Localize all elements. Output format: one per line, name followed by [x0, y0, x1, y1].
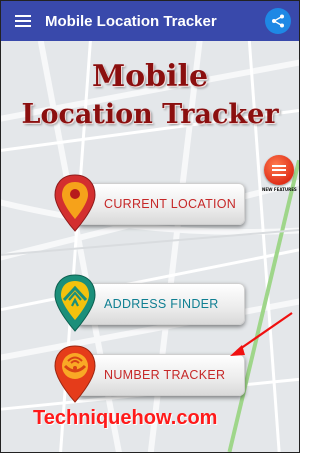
current-location-button[interactable]: CURRENT LOCATION: [49, 173, 249, 235]
list-icon: [264, 155, 294, 185]
number-tracker-button[interactable]: NUMBER TRACKER: [49, 344, 249, 406]
heading-line-2: Location Tracker: [21, 99, 279, 130]
address-finder-button-face[interactable]: ADDRESS FINDER: [77, 283, 245, 325]
app-screen: Mobile Location Tracker Mobile Location …: [0, 0, 300, 453]
number-tracker-label: NUMBER TRACKER: [104, 368, 226, 382]
app-title: Mobile Location Tracker: [45, 12, 217, 30]
address-house-icon: [54, 274, 96, 332]
watermark-text: Techniquehow.com: [33, 407, 218, 429]
location-pin-icon: [54, 174, 96, 232]
number-tracker-button-face[interactable]: NUMBER TRACKER: [77, 354, 245, 396]
new-features-button[interactable]: NEW FEATURES: [262, 155, 297, 201]
new-features-label: NEW FEATURES: [262, 187, 297, 192]
current-location-label: CURRENT LOCATION: [104, 197, 237, 211]
hamburger-menu-icon: [15, 15, 31, 27]
heading-line-1: Mobile: [91, 59, 209, 94]
phone-tracker-icon: [54, 345, 96, 403]
current-location-button-face[interactable]: CURRENT LOCATION: [77, 183, 245, 225]
share-icon: [272, 14, 284, 28]
share-button[interactable]: [265, 8, 291, 34]
address-finder-label: ADDRESS FINDER: [104, 297, 219, 311]
app-bar: Mobile Location Tracker: [1, 1, 299, 41]
menu-button[interactable]: [1, 1, 45, 41]
address-finder-button[interactable]: ADDRESS FINDER: [49, 273, 249, 335]
